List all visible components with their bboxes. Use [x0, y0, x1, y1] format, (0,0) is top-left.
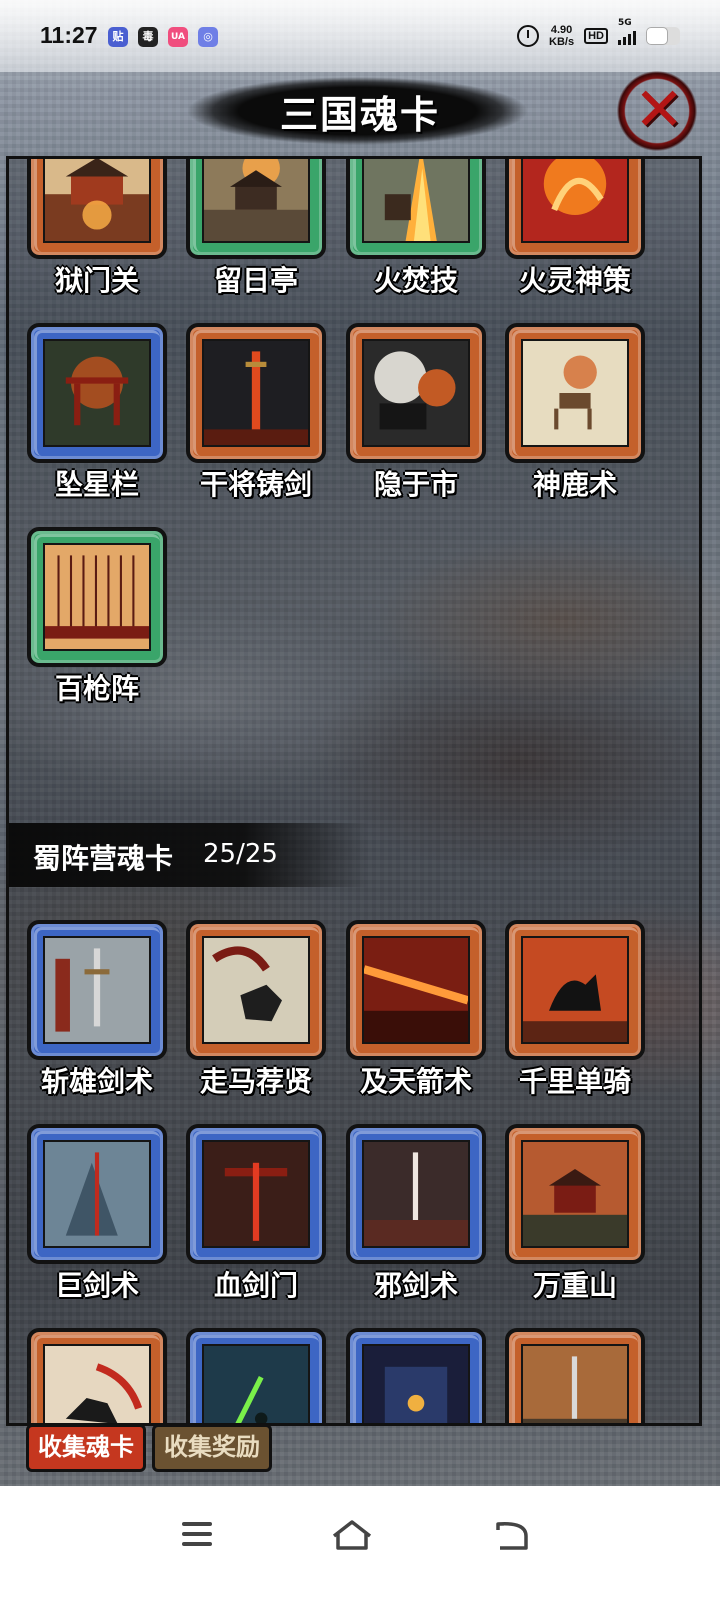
soul-card[interactable] — [186, 159, 326, 259]
home-icon[interactable] — [322, 1510, 382, 1560]
card-label: 百枪阵 — [54, 672, 139, 705]
page-title: 三国魂卡 — [279, 93, 440, 137]
card-artwork — [43, 1140, 151, 1248]
close-icon: ✕ — [634, 75, 685, 145]
soul-card[interactable] — [186, 323, 326, 463]
app-notification-icon: ◎ — [198, 27, 218, 47]
status-time: 11:27 — [40, 22, 98, 48]
soul-card[interactable] — [27, 323, 167, 463]
soul-card[interactable] — [27, 1124, 167, 1264]
card-label: 火焚技 — [373, 264, 458, 297]
card-artwork — [202, 339, 310, 447]
close-button[interactable]: ✕ — [614, 68, 700, 154]
card-artwork — [521, 1140, 629, 1248]
section-count: 25/25 — [203, 839, 278, 869]
soul-card[interactable] — [505, 159, 645, 259]
status-bar: 11:27 贴 毒 UA ◎ 4.90 KB/s HD 5G — [0, 0, 720, 72]
card-artwork — [362, 339, 470, 447]
battery-icon — [646, 27, 680, 45]
card-artwork — [521, 936, 629, 1044]
card-label: 斩雄剑术 — [40, 1065, 153, 1098]
soul-card[interactable] — [27, 1328, 167, 1423]
hd-badge: HD — [584, 28, 608, 44]
card-artwork — [202, 159, 310, 243]
card-label: 坠星栏 — [54, 468, 139, 501]
net-speed: 4.90 KB/s — [549, 24, 575, 48]
card-label: 留日亭 — [213, 264, 298, 297]
card-artwork — [362, 1140, 470, 1248]
back-icon[interactable] — [482, 1510, 542, 1560]
app-notification-icon: 毒 — [138, 27, 158, 47]
system-nav-bar — [0, 1486, 720, 1600]
app-notification-icon: 贴 — [108, 27, 128, 47]
soul-card[interactable] — [186, 1328, 326, 1423]
card-artwork — [43, 159, 151, 243]
card-label: 血剑门 — [213, 1269, 298, 1302]
soul-card[interactable] — [27, 527, 167, 667]
card-label: 巨剑术 — [54, 1269, 139, 1302]
soul-card[interactable] — [346, 920, 486, 1060]
menu-icon[interactable] — [166, 1510, 226, 1560]
tab-collect-cards[interactable]: 收集魂卡 — [26, 1424, 146, 1472]
card-artwork — [202, 1344, 310, 1423]
soul-card[interactable] — [346, 159, 486, 259]
soul-card[interactable] — [346, 323, 486, 463]
card-label: 干将铸剑 — [199, 468, 312, 501]
card-label: 邪剑术 — [373, 1269, 458, 1302]
card-label: 走马荐贤 — [199, 1065, 312, 1098]
card-artwork — [362, 1344, 470, 1423]
card-collection-panel[interactable]: 蜀阵营魂卡 25/25 狱门关 留日亭 火焚技 火灵神策坠星栏 干将铸剑 隐于市 神鹿术百枪… — [6, 156, 702, 1426]
card-artwork — [521, 1344, 629, 1423]
card-artwork — [43, 1344, 151, 1423]
card-label: 狱门关 — [54, 264, 139, 297]
soul-card[interactable] — [346, 1124, 486, 1264]
signal-icon: 5G — [618, 18, 636, 45]
card-label: 火灵神策 — [518, 264, 631, 297]
card-artwork — [521, 159, 629, 243]
card-artwork — [202, 936, 310, 1044]
soul-card[interactable] — [346, 1328, 486, 1423]
soul-card[interactable] — [505, 1124, 645, 1264]
card-artwork — [362, 936, 470, 1044]
card-label: 及天箭术 — [359, 1065, 472, 1098]
app-notification-icon: UA — [168, 27, 188, 47]
card-artwork — [43, 543, 151, 651]
soul-card[interactable] — [27, 920, 167, 1060]
card-artwork — [362, 159, 470, 243]
section-title: 蜀阵营魂卡 — [33, 842, 174, 875]
soul-card[interactable] — [186, 1124, 326, 1264]
card-label: 千里单骑 — [518, 1065, 631, 1098]
card-label: 神鹿术 — [532, 468, 617, 501]
card-artwork — [202, 1140, 310, 1248]
card-artwork — [521, 339, 629, 447]
card-label: 隐于市 — [373, 468, 458, 501]
tab-collect-rewards[interactable]: 收集奖励 — [152, 1424, 272, 1472]
soul-card[interactable] — [505, 323, 645, 463]
soul-card[interactable] — [27, 159, 167, 259]
soul-card[interactable] — [186, 920, 326, 1060]
card-artwork — [43, 339, 151, 447]
section-header: 蜀阵营魂卡 25/25 — [9, 823, 369, 887]
soul-card[interactable] — [505, 920, 645, 1060]
card-label: 万重山 — [532, 1269, 617, 1302]
soul-card[interactable] — [505, 1328, 645, 1423]
card-artwork — [43, 936, 151, 1044]
alarm-icon — [517, 25, 540, 47]
